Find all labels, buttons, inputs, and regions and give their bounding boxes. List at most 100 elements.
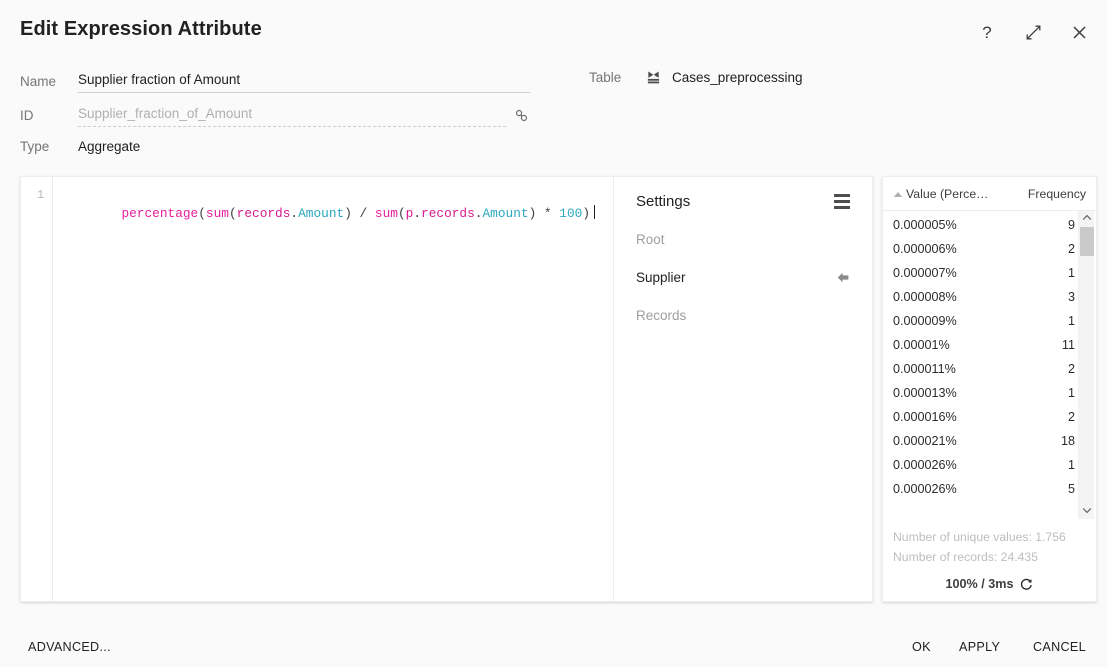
cell-frequency: 1 [1068,314,1075,328]
code-token: Amount [298,206,344,221]
cell-frequency: 5 [1068,482,1075,496]
text-cursor [594,205,595,219]
table-label: Table [589,70,643,85]
refresh-icon[interactable] [1020,578,1033,591]
expand-diagonal-icon [1025,24,1042,41]
id-input[interactable] [78,104,506,127]
code-token: Amount [482,206,528,221]
cell-value: 0.00001% [893,338,1062,352]
cell-value: 0.000008% [893,290,1068,304]
expression-editor-panel: 1 percentage(sum(records.Amount) / sum(p… [20,176,873,602]
cell-frequency: 9 [1068,218,1075,232]
edit-expression-attribute-dialog: Edit Expression Attribute ? Name ID [0,0,1107,667]
stats-row-list: 0.000005%90.000006%20.000007%10.000008%3… [883,211,1096,501]
cell-value: 0.000011% [893,362,1068,376]
stats-table-body: 0.000005%90.000006%20.000007%10.000008%3… [883,211,1096,521]
code-token: * [536,206,559,221]
stats-footer: Number of unique values: 1.756 Number of… [883,521,1096,601]
value-frequency-panel: Value (Perce… Frequency 0.000005%90.0000… [882,176,1097,602]
settings-item-root[interactable]: Root [636,231,850,248]
table-row[interactable]: 0.000009%1 [883,309,1096,333]
settings-panel: Settings Root Supplier Records [613,177,872,601]
close-x-icon [1071,24,1088,41]
cell-value: 0.000006% [893,242,1068,256]
settings-item-label: Records [636,308,686,323]
sort-ascending-triangle-icon[interactable] [893,191,906,198]
settings-title: Settings [636,193,690,210]
code-token: . [413,206,421,221]
table-row[interactable]: 0.000011%2 [883,357,1096,381]
table-row[interactable]: 0.00001%11 [883,333,1096,357]
dialog-footer: ADVANCED... OK APPLY CANCEL [0,624,1107,667]
name-label: Name [20,74,78,89]
help-button[interactable]: ? [973,18,1001,46]
code-token: records [421,206,475,221]
table-row[interactable]: 0.000013%1 [883,381,1096,405]
cell-frequency: 18 [1061,434,1075,448]
code-token: . [290,206,298,221]
cell-frequency: 1 [1068,458,1075,472]
table-row[interactable]: 0.000006%2 [883,237,1096,261]
settings-header: Settings [636,193,850,210]
code-editor[interactable]: 1 percentage(sum(records.Amount) / sum(p… [21,177,613,601]
ok-button[interactable]: OK [908,634,935,660]
scrollbar-thumb[interactable] [1080,227,1094,256]
line-number: 1 [37,189,44,202]
cell-frequency: 1 [1068,266,1075,280]
id-label: ID [20,108,78,123]
page-title: Edit Expression Attribute [20,18,262,41]
code-token: sum [206,206,229,221]
dialog-header-actions: ? [973,18,1093,46]
arrow-left-icon[interactable] [836,271,850,284]
stats-vertical-scrollbar[interactable] [1078,211,1094,519]
settings-item-records[interactable]: Records [636,307,850,324]
cancel-button[interactable]: CANCEL [1029,634,1090,660]
table-row[interactable]: 0.000008%3 [883,285,1096,309]
code-token: sum [375,206,398,221]
table-row[interactable]: 0.000005%9 [883,213,1096,237]
cell-frequency: 2 [1068,242,1075,256]
cell-frequency: 11 [1062,338,1075,352]
code-content[interactable]: percentage(sum(records.Amount) / sum(p.r… [53,177,613,601]
type-field-row: Type Aggregate [20,139,530,154]
table-value[interactable]: Cases_preprocessing [672,70,803,85]
code-token: records [237,206,291,221]
type-value[interactable]: Aggregate [78,139,140,154]
cell-frequency: 2 [1068,410,1075,424]
cell-frequency: 3 [1068,290,1075,304]
name-input[interactable] [78,70,530,93]
table-row[interactable]: 0.000026%5 [883,477,1096,501]
line-number-gutter: 1 [21,177,53,601]
chain-link-icon[interactable] [512,108,530,123]
cell-value: 0.000005% [893,218,1068,232]
settings-item-label: Supplier [636,270,686,285]
performance-row: 100% / 3ms [893,577,1086,591]
advanced-button[interactable]: ADVANCED... [24,634,115,660]
settings-item-supplier[interactable]: Supplier [636,269,850,286]
cell-value: 0.000021% [893,434,1061,448]
expand-button[interactable] [1019,18,1047,46]
question-mark-icon: ? [982,24,991,41]
table-field-row: Table Cases_preprocessing [589,70,989,85]
hamburger-menu-icon[interactable] [834,194,850,209]
cell-frequency: 1 [1068,386,1075,400]
performance-text: 100% / 3ms [946,577,1014,591]
apply-button[interactable]: APPLY [955,634,1004,660]
table-row[interactable]: 0.000021%18 [883,429,1096,453]
cell-value: 0.000013% [893,386,1068,400]
column-header-value[interactable]: Value (Perce… [906,187,1028,201]
table-join-icon [643,70,663,85]
cell-value: 0.000009% [893,314,1068,328]
chevron-down-icon[interactable] [1082,504,1092,519]
chevron-up-icon[interactable] [1082,211,1092,226]
id-field-row: ID [20,104,530,127]
column-header-frequency[interactable]: Frequency [1028,187,1086,201]
close-button[interactable] [1065,18,1093,46]
cell-value: 0.000016% [893,410,1068,424]
table-row[interactable]: 0.000016%2 [883,405,1096,429]
cell-value: 0.000026% [893,482,1068,496]
code-token: ) [582,206,590,221]
table-row[interactable]: 0.000007%1 [883,261,1096,285]
table-row[interactable]: 0.000026%1 [883,453,1096,477]
code-token: percentage [121,206,198,221]
